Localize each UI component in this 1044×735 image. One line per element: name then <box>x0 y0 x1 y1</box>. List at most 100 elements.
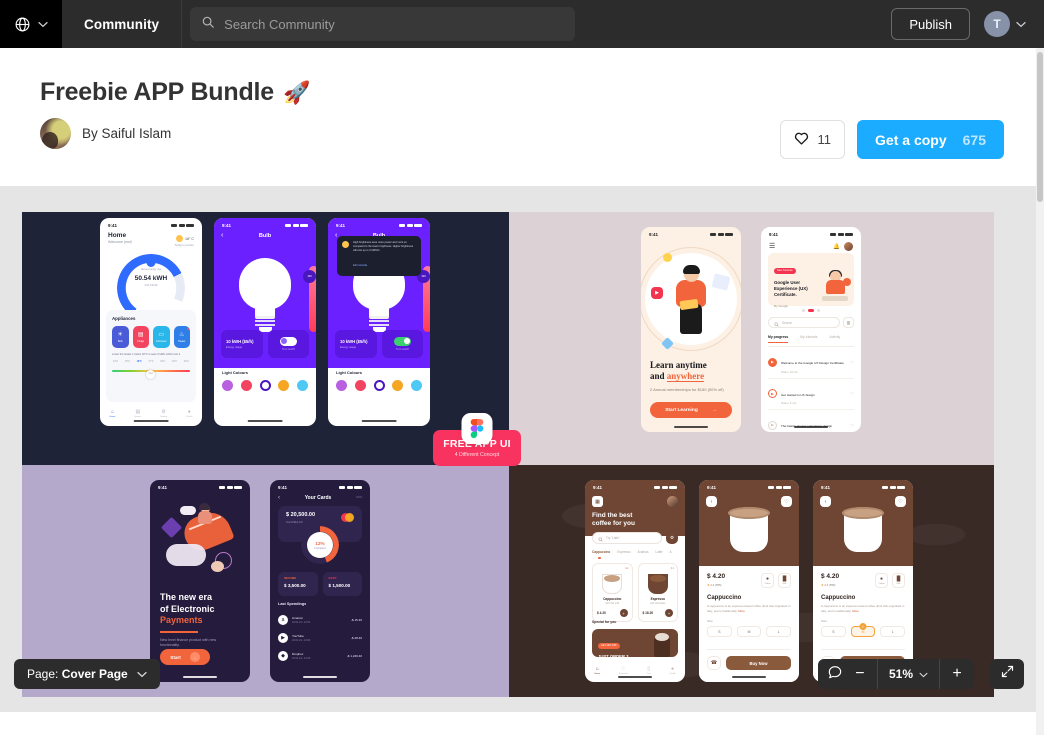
bookmark-icon[interactable]: ♡ <box>850 423 854 428</box>
colour-swatch-blue[interactable] <box>297 380 308 391</box>
more-link[interactable]: More <box>852 609 859 613</box>
heart-icon[interactable]: ♡ <box>781 496 792 507</box>
workspace-switcher[interactable] <box>0 0 62 48</box>
nav-item-home[interactable]: ⌂ Home <box>110 410 116 419</box>
design-viewer[interactable]: 9:41 Home Welcome (me)! 18° C Today's nu… <box>0 186 1036 712</box>
tab-activity[interactable]: Activity <box>830 335 841 343</box>
appliance-tile-heater[interactable]: ♨ Heater <box>173 326 190 348</box>
tab-cappuccino[interactable]: Cappuccino <box>592 550 610 554</box>
design-canvas[interactable]: 9:41 Home Welcome (me)! 18° C Today's nu… <box>22 212 994 697</box>
power-toggle-card[interactable]: Turn on/off <box>267 330 309 358</box>
chevron-left-icon[interactable]: ‹ <box>221 232 223 239</box>
colour-swatch-orange[interactable] <box>392 380 404 391</box>
appliance-tile-fridge[interactable]: ▤ Fridge <box>132 326 149 348</box>
coffee-search-box[interactable]: Try 'Latte' <box>592 532 662 544</box>
brightness-value[interactable]: 100 <box>303 270 316 283</box>
featured-course-card[interactable]: New Courses Google User Experience (UX) … <box>768 253 854 308</box>
tab-my-tutorials[interactable]: My tutorials <box>800 335 817 343</box>
nav-item-heater[interactable]: ▤ Heater <box>135 410 142 419</box>
carousel-dots[interactable] <box>761 309 861 312</box>
zoom-level-dropdown[interactable]: 51% <box>878 659 939 689</box>
settings-slider-icon[interactable]: ⚙ <box>666 532 678 544</box>
chevron-left-icon[interactable]: ‹ <box>278 495 280 501</box>
get-a-copy-button[interactable]: Get a copy 675 <box>857 120 1004 159</box>
fullscreen-button[interactable] <box>990 659 1024 689</box>
like-button[interactable]: 11 <box>779 120 846 159</box>
zoom-in-button[interactable]: + <box>940 659 974 689</box>
power-toggle-card[interactable]: Turn on/off <box>381 330 423 358</box>
size-option-l[interactable]: L <box>880 626 906 637</box>
size-option-m[interactable]: M <box>736 626 762 637</box>
power-toggle[interactable] <box>393 337 411 346</box>
colour-swatch-blue[interactable] <box>411 380 422 391</box>
nav-tab-community[interactable]: Community <box>62 0 183 48</box>
tab-more[interactable]: A <box>669 550 671 554</box>
account-menu[interactable]: T <box>984 11 1026 37</box>
colour-swatch-purple[interactable] <box>222 380 233 391</box>
size-option-s[interactable]: S <box>821 626 846 637</box>
grid-icon[interactable]: ▦ <box>592 496 603 507</box>
appliance-tile-bulb[interactable]: ☀ Bulb <box>112 326 129 348</box>
list-item[interactable]: ◆ Dropbox 23.01.21 • 13:40 -$ 1,240.40 <box>278 647 362 665</box>
nav-item-profile[interactable]: ● Profile <box>186 410 192 419</box>
page-scrollbar-thumb[interactable] <box>1037 52 1043 202</box>
course-search-box[interactable]: Search <box>768 317 840 328</box>
hamburger-icon[interactable]: ☰ <box>769 243 775 250</box>
list-item[interactable]: a Amazon 23.01.21 • 12:51 -$ 15.40 <box>278 611 362 629</box>
tab-arabica[interactable]: Arabica <box>638 550 649 554</box>
product-card-cappuccino[interactable]: 4.2 Cappuccino with Oat milk $ 4.20 + <box>592 563 633 622</box>
size-option-l[interactable]: L <box>766 626 792 637</box>
bell-icon[interactable]: 🔔 <box>833 244 840 250</box>
publish-button[interactable]: Publish <box>891 8 970 40</box>
colour-swatch-red[interactable] <box>354 380 366 391</box>
size-option-s[interactable]: S <box>707 626 732 637</box>
start-button[interactable]: Start → <box>160 649 210 665</box>
tab-espresso[interactable]: Espresso <box>617 550 630 554</box>
list-item[interactable]: ▶ The basics of user experience design V… <box>768 410 854 432</box>
phone-icon[interactable]: ☎ <box>707 656 721 670</box>
nav-item-profile[interactable]: ● Profile <box>669 667 675 676</box>
bookmark-icon[interactable]: ♡ <box>850 391 854 396</box>
heart-icon[interactable]: ♡ <box>895 496 906 507</box>
temperature-slider[interactable]: 17°C <box>112 364 190 379</box>
add-to-cart-button[interactable]: + <box>665 609 673 617</box>
nav-item-setting[interactable]: ⚙ Setting <box>160 410 167 419</box>
search-box[interactable] <box>190 7 576 41</box>
chevron-left-icon[interactable]: ‹ <box>820 496 831 507</box>
tooltip-link[interactable]: Edit tutorials <box>353 264 367 267</box>
author-name[interactable]: By Saiful Islam <box>82 126 171 141</box>
start-learning-button[interactable]: Start Learning → <box>650 402 732 418</box>
zoom-out-button[interactable]: − <box>843 659 877 689</box>
filter-icon[interactable]: ▥ <box>843 317 854 328</box>
colour-swatch-purple[interactable] <box>336 380 347 391</box>
appliance-tile-computer[interactable]: ▭ Computer <box>153 326 170 348</box>
bookmark-icon[interactable]: ♡ <box>850 360 854 365</box>
nav-item-cart[interactable]: ▯ Cart <box>647 667 651 676</box>
list-item[interactable]: ▶ Get started in UX design Video • 5 min… <box>768 379 854 410</box>
list-item[interactable]: ▶ Welcome to the Google UX Design Certif… <box>768 347 854 379</box>
buy-now-button[interactable]: Buy Now <box>726 656 791 670</box>
page-selector[interactable]: Page: Cover Page <box>14 659 160 689</box>
tab-latte[interactable]: Latte <box>655 550 662 554</box>
more-link[interactable]: More <box>738 609 745 613</box>
search-input[interactable] <box>224 16 565 32</box>
temperature-knob[interactable]: 17°C <box>146 369 156 379</box>
avatar[interactable] <box>667 496 678 507</box>
add-to-cart-button[interactable]: + <box>619 609 628 617</box>
colour-swatch-white-selected[interactable] <box>259 380 271 391</box>
more-horizontal-icon[interactable]: ⋯ <box>356 495 362 501</box>
nav-item-favourite[interactable]: ♡ Favourite <box>619 667 628 676</box>
colour-swatch-red[interactable] <box>240 380 252 391</box>
nav-item-home[interactable]: ⌂ Home <box>594 667 600 676</box>
avatar[interactable] <box>844 242 853 251</box>
promo-banner[interactable]: GET 20% OFF JUST ORDER 3 <box>592 629 678 657</box>
author-avatar[interactable] <box>40 118 71 149</box>
list-item[interactable]: ▶ YouTube 23.01.21 • 13:02 -$ 28.40 <box>278 629 362 647</box>
product-card-espresso[interactable]: 4.1 Espresso with chocolate $ 18.20 + <box>637 563 678 622</box>
size-option-m-selected[interactable]: ✓ M <box>850 623 876 637</box>
colour-swatch-orange[interactable] <box>278 380 290 391</box>
chevron-left-icon[interactable]: ‹ <box>706 496 717 507</box>
tab-my-progress[interactable]: My progress <box>768 335 789 343</box>
colour-swatch-white-selected[interactable] <box>373 380 385 391</box>
power-toggle[interactable] <box>279 337 297 346</box>
